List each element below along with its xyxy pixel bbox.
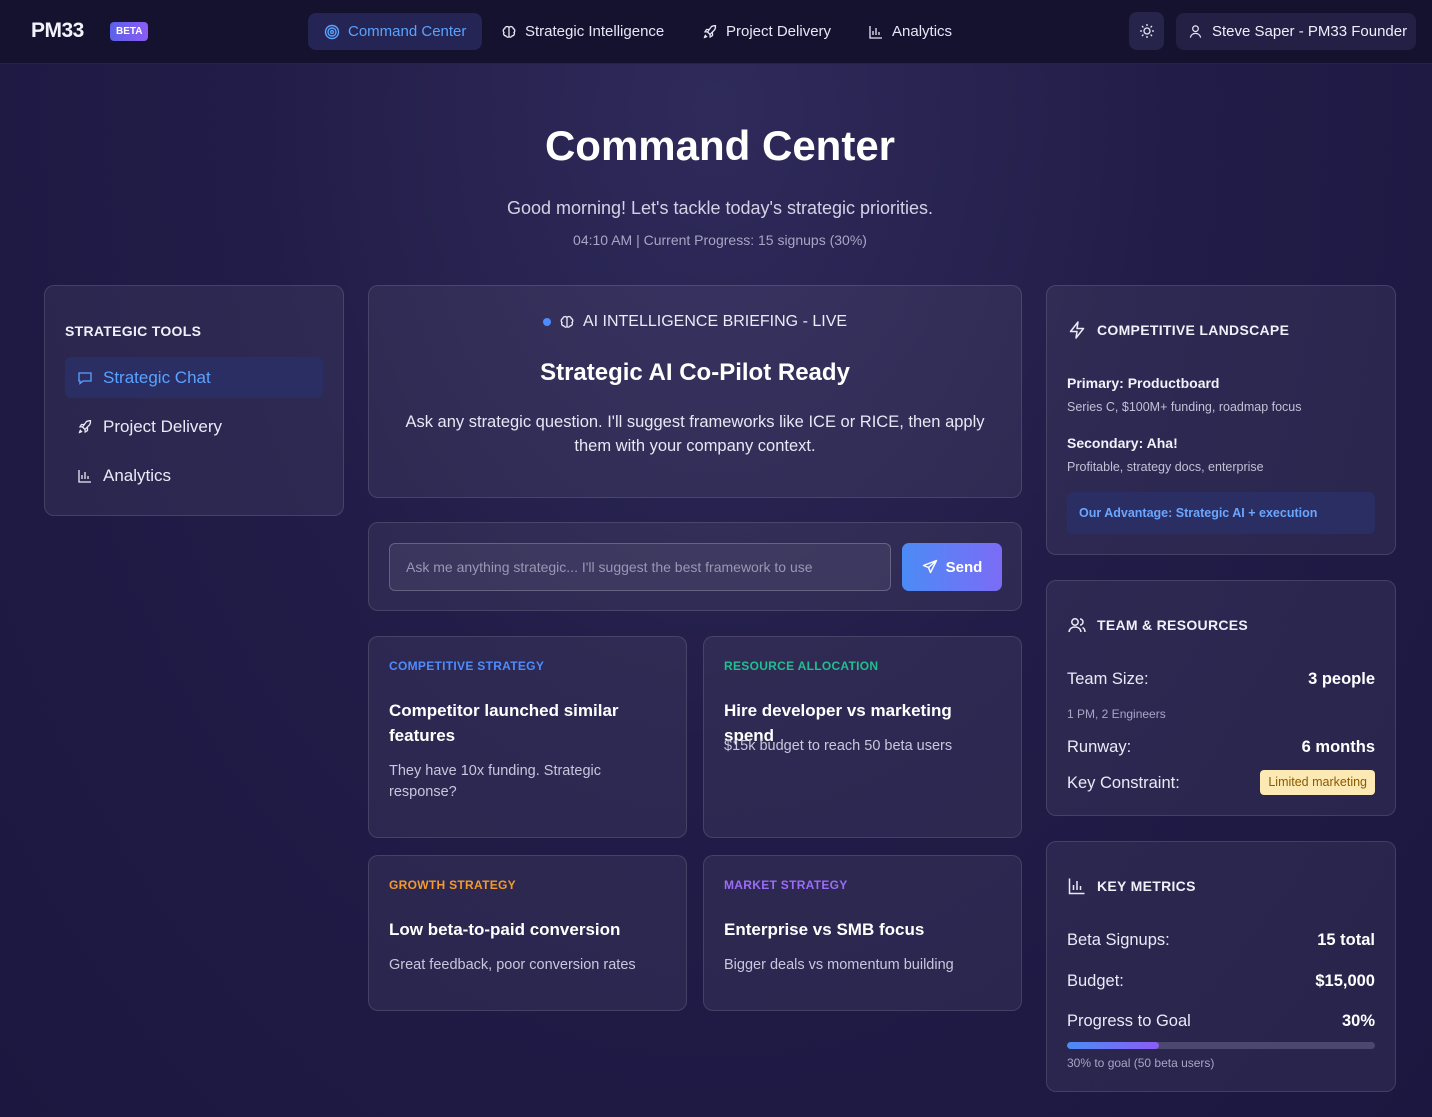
ask-panel: Send [368,522,1022,611]
scenario-card-growth[interactable]: GROWTH STRATEGY Low beta-to-paid convers… [368,855,687,1011]
tool-label: Strategic Chat [103,367,211,387]
nav-label: Analytics [892,23,953,40]
scenario-card-market[interactable]: MARKET STRATEGY Enterprise vs SMB focus … [703,855,1022,1011]
primary-competitor: Primary: Productboard [1067,375,1220,391]
scenario-description: Bigger deals vs momentum building [724,957,954,973]
nav-project-delivery[interactable]: Project Delivery [686,13,847,50]
user-icon [1189,25,1202,38]
briefing-title: Strategic AI Co-Pilot Ready [540,359,850,386]
rocket-icon [703,24,717,38]
scenario-category: GROWTH STRATEGY [389,878,516,892]
user-label: Steve Saper - PM33 Founder [1212,23,1408,40]
nav-command-center[interactable]: Command Center [308,13,483,50]
tool-analytics[interactable]: Analytics [65,455,323,496]
competitive-heading-row: COMPETITIVE LANDSCAPE [1067,320,1289,340]
bar-chart-icon [1068,878,1085,895]
rocket-icon [78,419,92,433]
advantage-callout: Our Advantage: Strategic AI + execution [1067,492,1375,534]
scenario-title: Competitor launched similar features [389,701,619,745]
scenario-card-resource[interactable]: RESOURCE ALLOCATION Hire developer vs ma… [703,636,1022,838]
send-icon [922,559,937,574]
scenario-description: Great feedback, poor conversion rates [389,957,636,973]
team-size-value: 3 people [1308,670,1375,688]
progress-label: Progress to Goal [1067,1012,1191,1030]
scenario-title: Low beta-to-paid conversion [389,920,621,939]
brain-icon [560,315,574,328]
sun-icon [1139,24,1154,38]
nav-strategic-intelligence[interactable]: Strategic Intelligence [485,13,680,50]
briefing-body: Ask any strategic question. I'll suggest… [405,413,985,455]
team-heading: TEAM & RESOURCES [1097,617,1249,633]
secondary-competitor-desc: Profitable, strategy docs, enterprise [1067,460,1264,474]
key-metrics-panel: KEY METRICS Beta Signups: 15 total Budge… [1046,841,1396,1092]
briefing-header: AI INTELLIGENCE BRIEFING - LIVE [369,313,1021,331]
team-size-note: 1 PM, 2 Engineers [1067,707,1166,721]
nav-label: Project Delivery [726,23,832,40]
nav-analytics[interactable]: Analytics [852,13,968,50]
briefing-label: AI INTELLIGENCE BRIEFING - LIVE [582,313,848,330]
metrics-heading-row: KEY METRICS [1067,876,1196,896]
strategic-tools-heading: STRATEGIC TOOLS [65,323,202,339]
bar-chart-icon [78,469,91,483]
secondary-competitor: Secondary: Aha! [1067,435,1178,451]
tool-strategic-chat[interactable]: Strategic Chat [65,357,323,398]
logo[interactable]: PM33 [31,19,84,43]
primary-competitor-desc: Series C, $100M+ funding, roadmap focus [1067,400,1302,414]
tool-label: Analytics [103,465,172,485]
competitive-heading: COMPETITIVE LANDSCAPE [1097,322,1290,338]
chat-icon [78,371,92,385]
users-icon [1068,618,1086,633]
user-menu-button[interactable]: Steve Saper - PM33 Founder [1176,13,1416,50]
progress-bar-fill [1067,1042,1160,1049]
ai-briefing-card: AI INTELLIGENCE BRIEFING - LIVE Strategi… [368,285,1022,498]
scenario-card-competitive[interactable]: COMPETITIVE STRATEGY Competitor launched… [368,636,687,838]
top-nav: PM33 BETA Command Center Strategic Intel… [0,0,1432,64]
scenario-category: RESOURCE ALLOCATION [724,659,879,673]
key-constraint-badge: Limited marketing [1260,770,1375,795]
nav-label: Command Center [348,23,467,40]
lightning-icon [1069,321,1085,339]
strategic-question-input[interactable] [389,543,891,591]
progress-note: 30% to goal (50 beta users) [1067,1056,1215,1070]
metrics-heading: KEY METRICS [1097,878,1196,894]
beta-signups-label: Beta Signups: [1067,931,1170,949]
team-resources-panel: TEAM & RESOURCES Team Size: 3 people 1 P… [1046,580,1396,816]
tool-project-delivery[interactable]: Project Delivery [65,406,323,447]
beta-signups-value: 15 total [1317,931,1375,949]
strategic-tools-panel: STRATEGIC TOOLS Strategic Chat Project D… [44,285,344,516]
send-button[interactable]: Send [902,543,1002,591]
live-indicator-dot [542,318,551,326]
brain-icon [502,25,516,38]
nav-label: Strategic Intelligence [525,23,665,40]
beta-badge: BETA [110,22,149,41]
progress-value: 30% [1341,1012,1375,1030]
theme-toggle-button[interactable] [1129,12,1164,50]
tool-label: Project Delivery [103,416,223,436]
bar-chart-icon [869,25,882,39]
send-label: Send [945,558,983,576]
scenario-description: $15k budget to reach 50 beta users [724,738,953,754]
scenario-title: Enterprise vs SMB focus [724,920,925,939]
page-title: Command Center [544,122,896,169]
scenario-category: MARKET STRATEGY [724,878,848,892]
budget-value: $15,000 [1315,972,1375,990]
runway-label: Runway: [1067,738,1132,756]
team-heading-row: TEAM & RESOURCES [1067,615,1248,635]
budget-label: Budget: [1067,972,1124,990]
greeting-text: Good morning! Let's tackle today's strat… [506,198,934,218]
key-constraint-label: Key Constraint: [1067,774,1180,792]
target-icon [324,24,340,39]
scenario-description: They have 10x funding. Strategic respons… [389,763,601,800]
scenario-category: COMPETITIVE STRATEGY [389,659,545,673]
progress-summary: 04:10 AM | Current Progress: 15 signups … [573,232,867,248]
runway-value: 6 months [1301,738,1375,756]
team-size-label: Team Size: [1067,670,1149,688]
progress-bar [1067,1042,1375,1049]
competitive-landscape-panel: COMPETITIVE LANDSCAPE Primary: Productbo… [1046,285,1396,555]
